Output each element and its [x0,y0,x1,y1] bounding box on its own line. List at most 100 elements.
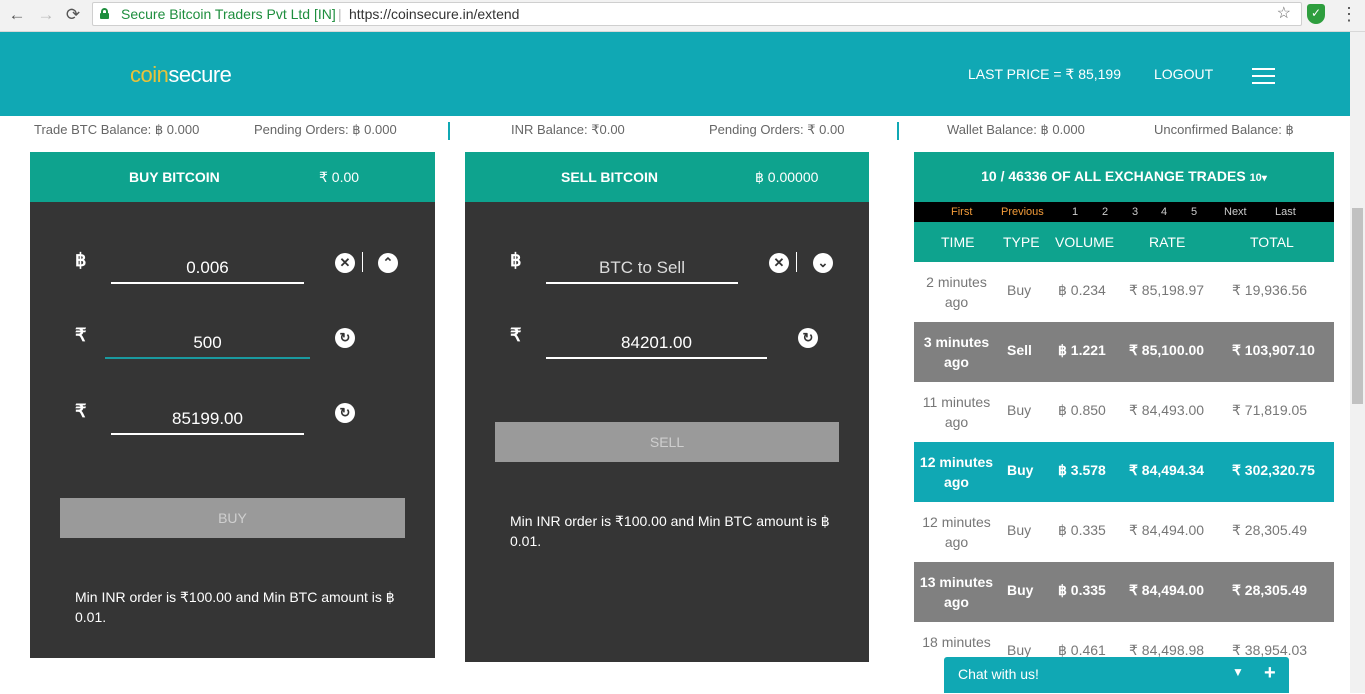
cell-volume: ฿ 0.850 [1058,402,1106,418]
address-bar[interactable]: Secure Bitcoin Traders Pvt Ltd [IN] | ht… [92,2,1302,26]
trades-title: 10 / 46336 OF ALL EXCHANGE TRADES [981,168,1246,184]
buy-panel: BUY BITCOIN ₹ 0.00 ฿ 0.006 ✕ ⌃ ₹ 500 ↻ ₹… [30,152,435,658]
refresh-icon[interactable]: ↻ [798,328,818,348]
cell-rate: ₹ 84,493.00 [1129,402,1205,418]
inr-balance: INR Balance: ₹0.00 [511,122,625,137]
url-text[interactable]: https://coinsecure.in/extend [349,3,519,25]
refresh-icon[interactable]: ↻ [335,328,355,348]
buy-panel-header: BUY BITCOIN ₹ 0.00 [30,152,435,202]
cell-volume: ฿ 0.335 [1058,522,1106,538]
coinsecure-logo[interactable]: coinsecure [130,62,232,88]
page-size-dropdown[interactable]: 10▾ [1250,172,1267,184]
browser-menu-icon[interactable]: ⋮ [1340,4,1358,24]
sell-panel: SELL BITCOIN ฿ 0.00000 ฿ BTC to Sell ✕ ⌄… [465,152,869,662]
pager-page[interactable]: 1 [1072,206,1078,218]
cell-time: 11 minutes ago [922,394,991,430]
pager-page[interactable]: 4 [1161,206,1167,218]
pager-page[interactable]: 2 [1102,206,1108,218]
minimize-chat-icon[interactable]: ▼ [1232,665,1244,679]
chevron-down-icon[interactable]: ⌄ [813,253,833,273]
cell-total: ₹ 302,320.75 [1232,462,1315,478]
pager-page[interactable]: 3 [1132,206,1138,218]
pending-inr-orders: Pending Orders: ₹ 0.00 [709,122,845,137]
buy-inr-amount: ₹ 0.00 [319,169,360,185]
cell-volume: ฿ 0.234 [1058,282,1106,298]
browser-toolbar: ← → ⟳ Secure Bitcoin Traders Pvt Ltd [IN… [0,0,1365,32]
url-separator: | [338,6,342,22]
pending-btc-orders: Pending Orders: ฿ 0.000 [254,122,397,137]
bookmark-star-icon[interactable]: ☆ [1277,3,1291,25]
pager: First Previous 1 2 3 4 5 Next Last [914,202,1334,222]
chat-widget[interactable]: Chat with us! ▼ + [944,657,1289,693]
chevron-up-icon[interactable]: ⌃ [378,253,398,273]
col-type: TYPE [1003,234,1040,250]
pager-last[interactable]: Last [1275,206,1296,218]
trades-header: 10 / 46336 OF ALL EXCHANGE TRADES 10▾ [914,152,1334,202]
balance-bar: Trade BTC Balance: ฿ 0.000 Pending Order… [0,116,1350,144]
logo-secure: secure [168,62,232,87]
field-divider [796,252,797,272]
sell-min-note: Min INR order is ₹100.00 and Min BTC amo… [510,513,830,549]
hamburger-menu-icon[interactable] [1252,68,1275,84]
clear-icon[interactable]: ✕ [335,253,355,273]
clear-icon[interactable]: ✕ [769,253,789,273]
buy-min-note: Min INR order is ₹100.00 and Min BTC amo… [75,589,395,625]
scrollbar-thumb[interactable] [1352,208,1363,404]
table-header-row: TIME TYPE VOLUME RATE TOTAL [914,222,1334,262]
pager-page[interactable]: 5 [1191,206,1197,218]
cell-type: Buy [1007,522,1032,538]
expand-chat-icon[interactable]: + [1264,662,1276,685]
cell-time: 13 minutes ago [919,574,994,610]
cell-time: 3 minutes ago [923,334,990,370]
unconfirmed-balance: Unconfirmed Balance: ฿ [1154,122,1294,137]
sell-btc-field: ฿ BTC to Sell [465,250,869,284]
trade-btc-balance: Trade BTC Balance: ฿ 0.000 [34,122,200,137]
bitcoin-symbol-icon: ฿ [75,250,87,270]
wallet-balance: Wallet Balance: ฿ 0.000 [947,122,1085,137]
back-arrow-icon[interactable]: ← [6,4,28,26]
balance-divider [897,122,899,140]
buy-button[interactable]: BUY [60,498,405,538]
caret-down-icon: ▾ [1261,173,1267,184]
pager-first[interactable]: First [951,206,972,218]
cell-total: ₹ 71,819.05 [1232,402,1308,418]
sell-rate-input[interactable]: 84201.00 [546,333,767,353]
rupee-symbol-icon: ₹ [75,401,87,421]
refresh-icon[interactable]: ↻ [335,403,355,423]
logout-link[interactable]: LOGOUT [1154,66,1213,82]
pager-next[interactable]: Next [1224,206,1247,218]
cell-total: ₹ 28,305.49 [1232,582,1308,598]
logo-coin: coin [130,62,169,87]
cell-type: Sell [1007,342,1032,358]
trade-rows: 2 minutes ago Buy ฿ 0.234 ₹ 85,198.97 ₹ 19,9… [914,262,1334,694]
buy-rate-input[interactable]: 85199.00 [111,409,304,429]
app-header: coinsecure LAST PRICE = ₹ 85,199 LOGOUT [0,32,1350,116]
balance-divider [448,122,450,140]
buy-inr-field: ₹ 500 [30,325,435,359]
col-volume: VOLUME [1055,234,1115,250]
cell-time: 12 minutes ago [919,454,994,490]
last-price: LAST PRICE = ₹ 85,199 [968,66,1122,82]
cell-total: ₹ 19,936.56 [1232,282,1308,298]
cell-type: Buy [1007,642,1032,658]
cell-rate: ₹ 84,494.34 [1129,462,1205,478]
lock-icon [100,8,109,19]
buy-btc-input[interactable]: 0.006 [111,258,304,278]
buy-inr-input[interactable]: 500 [105,333,310,353]
pager-previous[interactable]: Previous [1001,206,1044,218]
table-row: 12 minutes ago Buy ฿ 0.335 ₹ 84,494.00 ₹ 28,… [914,502,1334,562]
page-size-value: 10 [1249,172,1262,184]
col-time: TIME [941,234,975,250]
sell-button[interactable]: SELL [495,422,839,462]
buy-btc-field: ฿ 0.006 [30,250,435,284]
reload-icon[interactable]: ⟳ [62,4,84,26]
cell-time: 12 minutes ago [922,514,991,550]
extension-shield-icon[interactable]: ✓ [1307,4,1325,24]
forward-arrow-icon[interactable]: → [35,4,57,26]
input-underline [111,282,304,284]
sell-btc-input[interactable]: BTC to Sell [546,258,738,278]
input-underline [546,357,767,359]
page-scrollbar[interactable] [1350,32,1365,693]
chat-label: Chat with us! [958,666,1039,682]
table-row: 13 minutes ago Buy ฿ 0.335 ₹ 84,494.00 ₹ 28,… [914,562,1334,622]
